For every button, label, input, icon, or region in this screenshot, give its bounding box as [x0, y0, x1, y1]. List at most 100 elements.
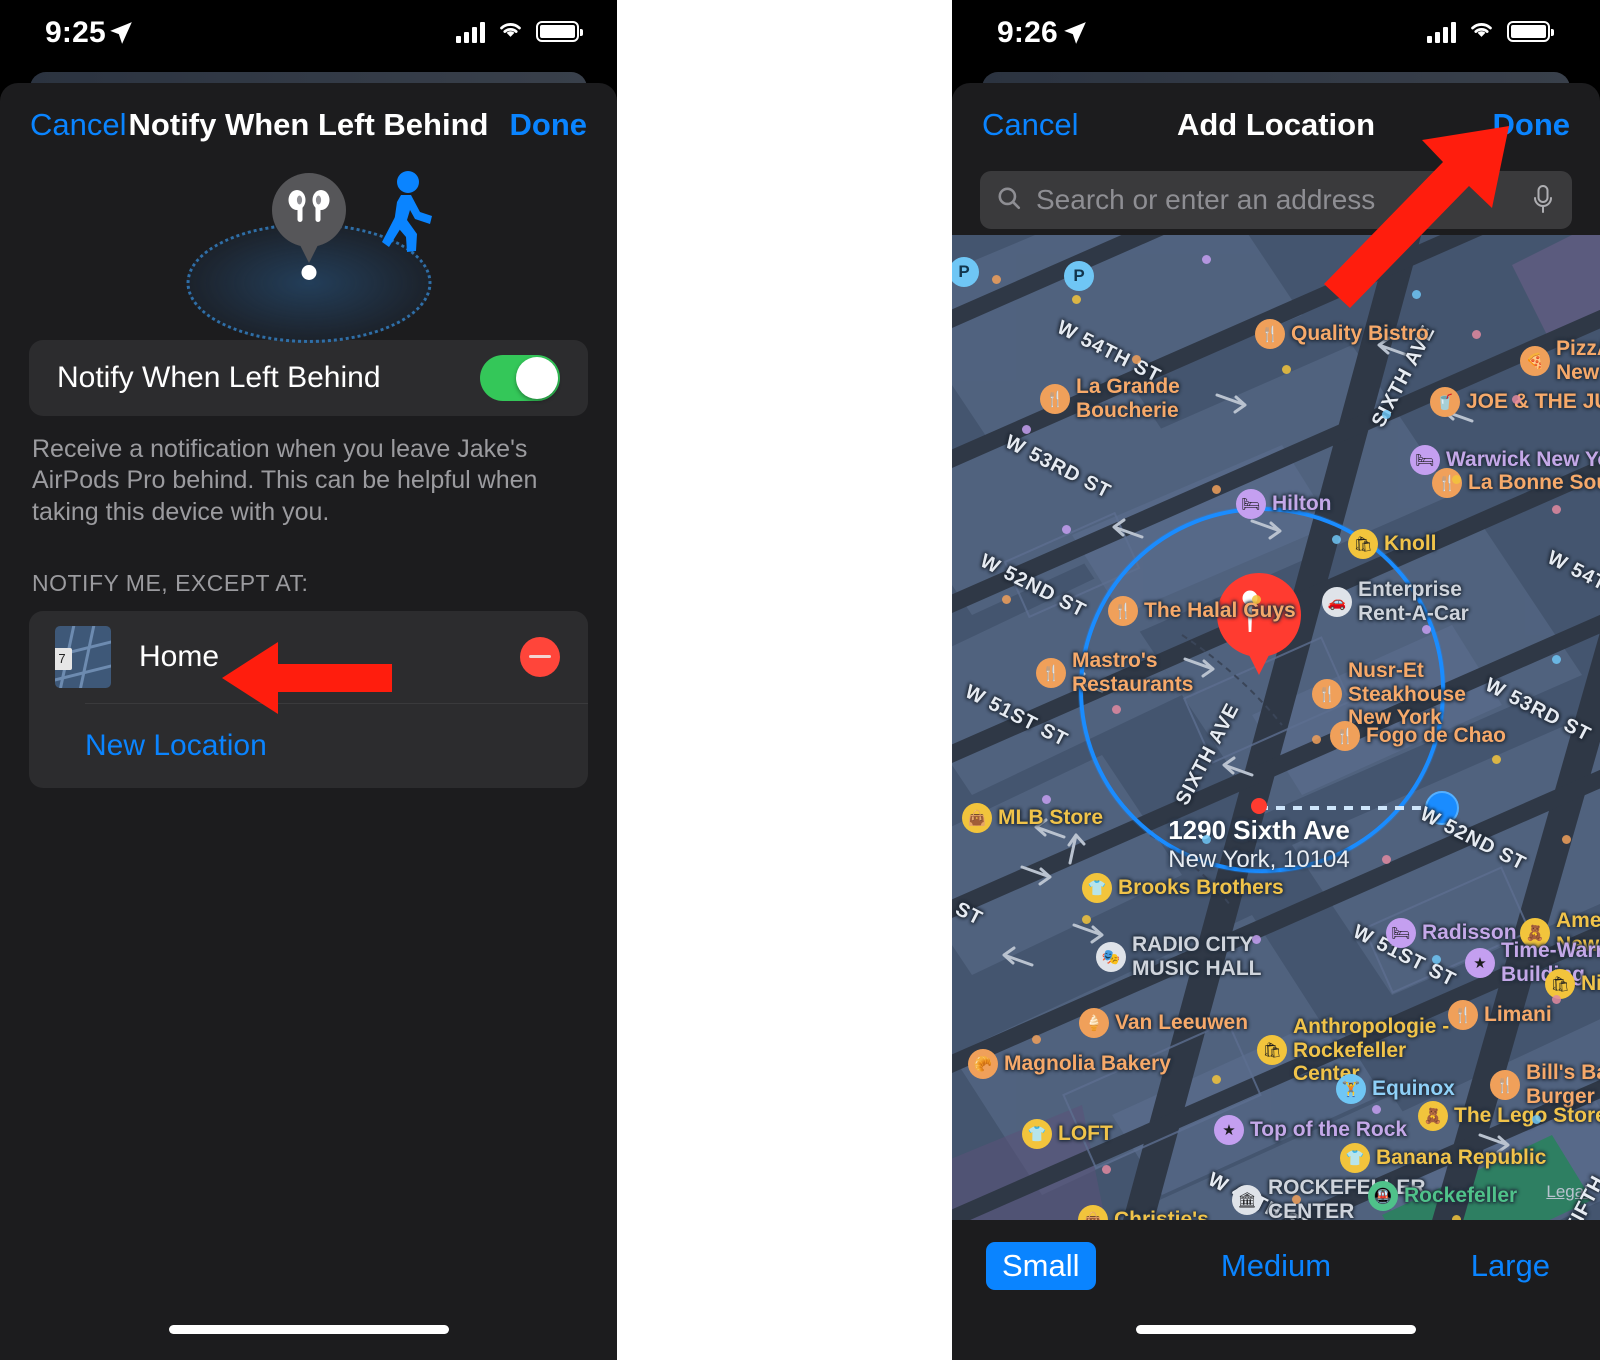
map-dot [1432, 955, 1441, 964]
map-poi-label: Enterprise Rent-A-Car [1358, 578, 1469, 625]
cellular-bars-icon [1427, 21, 1456, 43]
map-poi-label: Brooks Brothers [1118, 876, 1284, 900]
bakery-icon: 🥐 [968, 1049, 998, 1079]
map-dot [992, 275, 1001, 284]
microphone-icon[interactable] [1532, 183, 1554, 222]
star-icon: ★ [1465, 947, 1495, 978]
restaurant-icon: 🍴 [1036, 657, 1066, 688]
map-poi-label: PizzArNew Y [1556, 337, 1600, 384]
map-dot [1292, 1195, 1301, 1204]
map-poi[interactable]: 👕 Brooks Brothers [1082, 873, 1284, 903]
map-poi[interactable]: 👜 MLB Store [962, 803, 1103, 833]
map-dot [1062, 525, 1071, 534]
map-poi[interactable]: 🏋 Equinox [1336, 1074, 1455, 1104]
search-icon [996, 185, 1022, 216]
home-indicator [1136, 1325, 1416, 1334]
thumbnail-route-tag: 7 [55, 647, 72, 670]
map-dot [1202, 255, 1211, 264]
map-poi[interactable]: 🍴 The Halal Guys [1108, 596, 1296, 626]
location-arrow-icon [108, 20, 134, 51]
map-poi[interactable]: 🧸 The Lego Store [1418, 1101, 1600, 1131]
map-poi-label: JOE & THE JUICE [1466, 390, 1600, 414]
shop-icon: 🛍 [1545, 969, 1575, 999]
shirt-icon: 👕 [1082, 873, 1112, 903]
map-poi-label: Magnolia Bakery [1004, 1052, 1171, 1076]
notify-footnote: Receive a notification when you leave Ja… [32, 435, 538, 526]
map-poi-label: Christie's [1114, 1208, 1209, 1220]
annotation-arrow-right [1304, 118, 1519, 313]
map-poi[interactable]: 👕 Banana Republic [1340, 1143, 1546, 1173]
toy-icon: 🧸 [1418, 1101, 1448, 1131]
map-poi-label: LOFT [1058, 1122, 1113, 1146]
map-poi[interactable]: 🛍 Knoll [1348, 529, 1437, 559]
parking-icon: P [1064, 261, 1094, 291]
map-poi-label: La Grande Boucherie [1076, 375, 1180, 422]
map-dot [1552, 655, 1561, 664]
pizza-icon: 🍕 [1520, 345, 1550, 376]
map-poi[interactable]: 🚇 Rockefeller [1368, 1181, 1517, 1211]
bag-icon: 👜 [962, 803, 992, 833]
map-dot [1252, 595, 1261, 604]
screenshot-stage: 9:25 Cancel Notify When Left Behind Done… [0, 0, 1600, 1360]
notify-toggle-card: Notify When Left Behind [29, 340, 588, 416]
restaurant-icon: 🍴 [1040, 383, 1070, 414]
hotel-icon: 🛏 [1236, 489, 1266, 519]
car-icon: 🚗 [1322, 586, 1352, 617]
restaurant-icon: 🍴 [1448, 1000, 1478, 1030]
size-option-medium[interactable]: Medium [1205, 1242, 1347, 1290]
map-poi-label: Knoll [1384, 532, 1437, 556]
theater-icon: 🎭 [1096, 941, 1126, 972]
size-option-small[interactable]: Small [986, 1242, 1096, 1290]
map-dot [1032, 1035, 1041, 1044]
map-poi[interactable]: 👜 Christie's [1078, 1205, 1209, 1220]
map-view[interactable]: P P 1290 Sixth Ave New York, 10104 Legal… [952, 235, 1600, 1220]
restaurant-icon: 🍴 [1490, 1069, 1520, 1100]
map-poi[interactable]: 🍴 Limani [1448, 1000, 1552, 1030]
map-poi[interactable]: 🍴 Nusr-Et Steakhouse New York [1312, 659, 1466, 730]
statue-icon: 🏛 [1232, 1184, 1262, 1215]
cellular-bars-icon [456, 21, 485, 43]
map-poi[interactable]: 🥐 Magnolia Bakery [968, 1049, 1171, 1079]
map-dot [1552, 505, 1561, 514]
map-poi[interactable]: 🍴 Fogo de Chao [1330, 721, 1506, 751]
drink-icon: 🥤 [1430, 387, 1460, 417]
done-button[interactable]: Done [510, 107, 588, 143]
map-poi[interactable]: 🎭 RADIO CITY MUSIC HALL [1096, 933, 1262, 980]
geofence-radius-line [1259, 806, 1439, 810]
left-phone-screen: 9:25 Cancel Notify When Left Behind Done… [0, 0, 617, 1360]
map-poi[interactable]: 🍴 Quality Bistro [1255, 319, 1429, 349]
map-dot [1102, 1165, 1111, 1174]
walking-person-icon [374, 171, 440, 268]
map-poi[interactable]: 🛏 Hilton [1236, 489, 1331, 519]
map-dot [1002, 595, 1011, 604]
status-time: 9:25 [45, 16, 106, 49]
left-status-bar: 9:25 [0, 0, 617, 72]
location-arrow-icon [1062, 20, 1088, 51]
map-poi[interactable]: 🚗 Enterprise Rent-A-Car [1322, 578, 1469, 625]
map-poi-label: Mastro's Restaurants [1072, 649, 1194, 696]
map-dot [1382, 410, 1391, 419]
store-icon: 🛍 [1348, 529, 1378, 559]
map-poi[interactable]: 🍦 Van Leeuwen [1079, 1008, 1248, 1038]
map-poi-label: Quality Bistro [1291, 322, 1429, 346]
map-poi[interactable]: 🍕PizzArNew Y [1520, 337, 1600, 384]
map-poi[interactable]: ★ Top of the Rock [1214, 1115, 1407, 1145]
map-dot [1422, 625, 1431, 634]
map-dot [1072, 295, 1081, 304]
map-dot [1212, 1075, 1221, 1084]
notify-toggle-switch[interactable] [480, 355, 560, 401]
remove-location-button[interactable] [520, 636, 560, 677]
wifi-icon [1467, 18, 1496, 45]
map-dot [1202, 835, 1211, 844]
left-behind-illustration [0, 165, 617, 343]
status-time: 9:26 [997, 16, 1058, 49]
map-poi[interactable]: 🍴 La Grande Boucherie [1040, 375, 1180, 422]
map-poi[interactable]: 👕 LOFT [1022, 1119, 1113, 1149]
map-dot [1382, 855, 1391, 864]
size-option-large[interactable]: Large [1455, 1242, 1566, 1290]
map-dot [1472, 330, 1481, 339]
notify-toggle-row[interactable]: Notify When Left Behind [29, 340, 588, 416]
map-poi[interactable]: 🛍 Nike [1545, 969, 1600, 999]
map-poi-label: Nusr-Et Steakhouse New York [1348, 659, 1466, 730]
map-poi[interactable]: 🍴 Mastro's Restaurants [1036, 649, 1193, 696]
